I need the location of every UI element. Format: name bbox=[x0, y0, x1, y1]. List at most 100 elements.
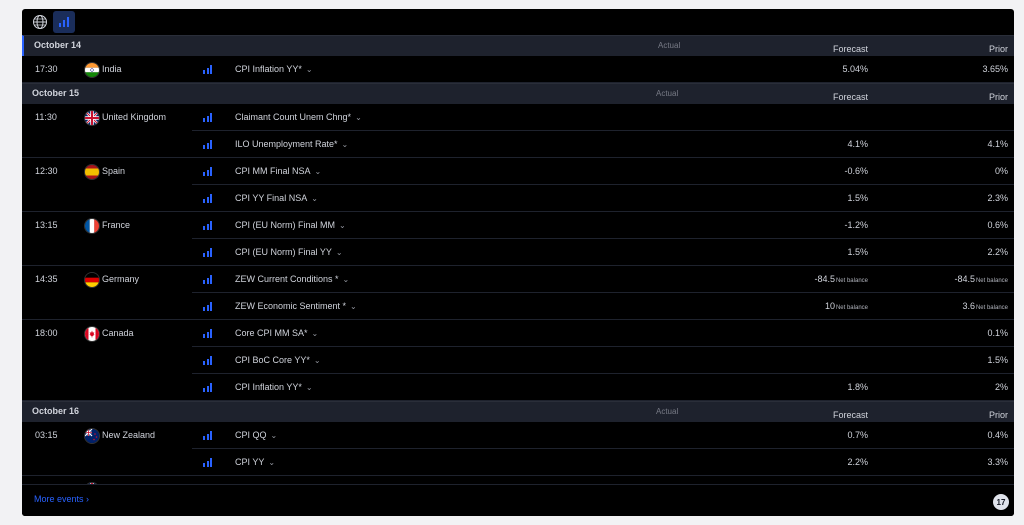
date-header: October 15 Actual Forecast Prior bbox=[22, 83, 1014, 104]
chevron-down-icon: ⌄ bbox=[342, 275, 350, 284]
importance-icon bbox=[203, 383, 212, 392]
chevron-down-icon: ⌄ bbox=[305, 383, 313, 392]
event-row[interactable]: ZEW Economic Sentiment * ⌄ 10Net balance … bbox=[22, 293, 1014, 320]
event-row[interactable]: CPI YY ⌄ 2.2% 3.3% bbox=[22, 449, 1014, 476]
event-name-dropdown[interactable]: CPI Inflation YY* ⌄ bbox=[235, 382, 313, 392]
importance-icon bbox=[203, 221, 212, 230]
prior-value: 3.65% bbox=[982, 64, 1008, 74]
chevron-down-icon: ⌄ bbox=[355, 113, 362, 122]
importance-filter-button[interactable] bbox=[53, 11, 75, 33]
event-row[interactable]: CPI YY Final NSA ⌄ 1.5% 2.3% bbox=[22, 185, 1014, 212]
event-name-dropdown[interactable]: ZEW Economic Sentiment * ⌄ bbox=[235, 301, 357, 311]
prior-column-header: Prior bbox=[988, 92, 1008, 102]
event-name-dropdown[interactable]: CPI (EU Norm) Final MM ⌄ bbox=[235, 220, 346, 230]
country-name: Spain bbox=[102, 166, 126, 176]
importance-icon bbox=[203, 65, 212, 74]
event-name-dropdown[interactable]: CPI YY ⌄ bbox=[235, 457, 275, 467]
event-row[interactable]: CPI BoC Core YY* ⌄ 1.5% bbox=[22, 347, 1014, 374]
chevron-down-icon: ⌄ bbox=[339, 221, 346, 230]
event-row[interactable]: 03:15 New Zealand CPI QQ ⌄ 0.7% 0.4% bbox=[22, 422, 1014, 449]
event-name: CPI YY bbox=[235, 457, 265, 467]
event-name-dropdown[interactable]: ILO Unemployment Rate* ⌄ bbox=[235, 139, 348, 149]
chevron-down-icon: ⌄ bbox=[335, 248, 343, 257]
event-time: 11:30 bbox=[35, 112, 57, 122]
tradingview-logo: 17 bbox=[993, 494, 1009, 510]
event-name-dropdown[interactable]: CPI BoC Core YY* ⌄ bbox=[235, 355, 321, 365]
event-row[interactable]: 18:00 Canada Core CPI MM SA* ⌄ 0.1% bbox=[22, 320, 1014, 347]
forecast-unit: Net balance bbox=[835, 278, 868, 284]
importance-icon bbox=[203, 302, 212, 311]
event-name-dropdown[interactable]: Core CPI MM SA* ⌄ bbox=[235, 328, 318, 338]
event-row[interactable]: 13:15 France CPI (EU Norm) Final MM ⌄ -1.2… bbox=[22, 212, 1014, 239]
chevron-down-icon: ⌄ bbox=[268, 458, 276, 467]
prior-number: 3.6 bbox=[962, 301, 975, 311]
chevron-down-icon: ⌄ bbox=[270, 431, 278, 440]
forecast-number: 0.7% bbox=[847, 430, 868, 440]
event-name-dropdown[interactable]: Claimant Count Unem Chng* ⌄ bbox=[235, 112, 362, 122]
flag-germany-icon bbox=[84, 272, 100, 288]
date-label: October 14 bbox=[34, 40, 82, 50]
forecast-value: 0.7% bbox=[847, 430, 868, 440]
prior-value: 0.4% bbox=[987, 430, 1008, 440]
forecast-column-header: Forecast bbox=[832, 92, 868, 102]
footer: More events › 17 bbox=[22, 484, 1014, 516]
prior-unit: Net balance bbox=[975, 305, 1008, 311]
event-name-dropdown[interactable]: ZEW Current Conditions * ⌄ bbox=[235, 274, 349, 284]
event-time: 14:35 bbox=[35, 274, 58, 284]
prior-column-header: Prior bbox=[988, 44, 1008, 54]
chevron-down-icon: ⌄ bbox=[311, 329, 319, 338]
event-row[interactable]: ILO Unemployment Rate* ⌄ 4.1% 4.1% bbox=[22, 131, 1014, 158]
forecast-value: 1.8% bbox=[847, 382, 868, 392]
forecast-number: -84.5 bbox=[814, 274, 835, 284]
event-name: ZEW Current Conditions * bbox=[235, 274, 339, 284]
event-row[interactable]: 11:30 United Kingdom Claimant Count Unem … bbox=[22, 104, 1014, 131]
chevron-down-icon: ⌄ bbox=[350, 302, 357, 311]
event-name: CPI (EU Norm) Final MM bbox=[235, 220, 336, 230]
importance-icon bbox=[203, 113, 212, 122]
importance-icon bbox=[203, 140, 212, 149]
forecast-value: 5.04% bbox=[842, 64, 868, 74]
prior-value: 3.3% bbox=[987, 457, 1008, 467]
forecast-number: -0.6% bbox=[844, 166, 868, 176]
event-name: ZEW Economic Sentiment * bbox=[235, 301, 347, 311]
chevron-down-icon: ⌄ bbox=[341, 140, 349, 149]
country-name: France bbox=[102, 220, 131, 230]
forecast-number: 4.1% bbox=[847, 139, 868, 149]
prior-value: 0.1% bbox=[987, 328, 1008, 338]
event-row[interactable]: 17:30 India CPI Inflation YY* ⌄ 5.04% 3.65… bbox=[22, 56, 1014, 83]
event-row[interactable]: CPI Inflation YY* ⌄ 1.8% 2% bbox=[22, 374, 1014, 401]
event-name: Core CPI MM SA* bbox=[235, 328, 308, 338]
flag-canada-icon bbox=[84, 326, 100, 342]
prior-value: 4.1% bbox=[987, 139, 1008, 149]
date-header: October 16 Actual Forecast Prior bbox=[22, 401, 1014, 422]
country-name: United Kingdom bbox=[102, 112, 167, 122]
event-time: 12:30 bbox=[35, 166, 58, 176]
chevron-down-icon: ⌄ bbox=[305, 65, 313, 74]
event-row[interactable]: 12:30 Spain CPI MM Final NSA ⌄ -0.6% 0% bbox=[22, 158, 1014, 185]
actual-column-header: Actual bbox=[658, 41, 681, 50]
event-row[interactable]: CPI (EU Norm) Final YY ⌄ 1.5% 2.2% bbox=[22, 239, 1014, 266]
event-name: CPI Inflation YY* bbox=[235, 64, 302, 74]
prior-number: 4.1% bbox=[987, 139, 1008, 149]
event-name-dropdown[interactable]: CPI YY Final NSA ⌄ bbox=[235, 193, 318, 203]
globe-icon bbox=[33, 15, 47, 29]
prior-number: 0.6% bbox=[987, 220, 1008, 230]
country-name: India bbox=[102, 64, 122, 74]
forecast-column-header: Forecast bbox=[832, 44, 868, 54]
event-time: 03:15 bbox=[35, 430, 58, 440]
event-row[interactable]: 14:35 Germany ZEW Current Conditions * ⌄ -… bbox=[22, 266, 1014, 293]
prior-number: 1.5% bbox=[987, 355, 1008, 365]
actual-column-header: Actual bbox=[656, 407, 679, 416]
more-events-link[interactable]: More events › bbox=[34, 494, 89, 504]
forecast-number: 1.5% bbox=[847, 193, 868, 203]
date-header: October 14 Actual Forecast Prior bbox=[22, 35, 1014, 56]
event-name-dropdown[interactable]: CPI QQ ⌄ bbox=[235, 430, 277, 440]
event-name-dropdown[interactable]: CPI (EU Norm) Final YY ⌄ bbox=[235, 247, 343, 257]
importance-icon bbox=[203, 248, 212, 257]
event-name: CPI QQ bbox=[235, 430, 267, 440]
forecast-number: 2.2% bbox=[847, 457, 868, 467]
country-name: Germany bbox=[102, 274, 140, 284]
globe-button[interactable] bbox=[29, 11, 51, 33]
event-name-dropdown[interactable]: CPI MM Final NSA ⌄ bbox=[235, 166, 321, 176]
event-name-dropdown[interactable]: CPI Inflation YY* ⌄ bbox=[235, 64, 313, 74]
